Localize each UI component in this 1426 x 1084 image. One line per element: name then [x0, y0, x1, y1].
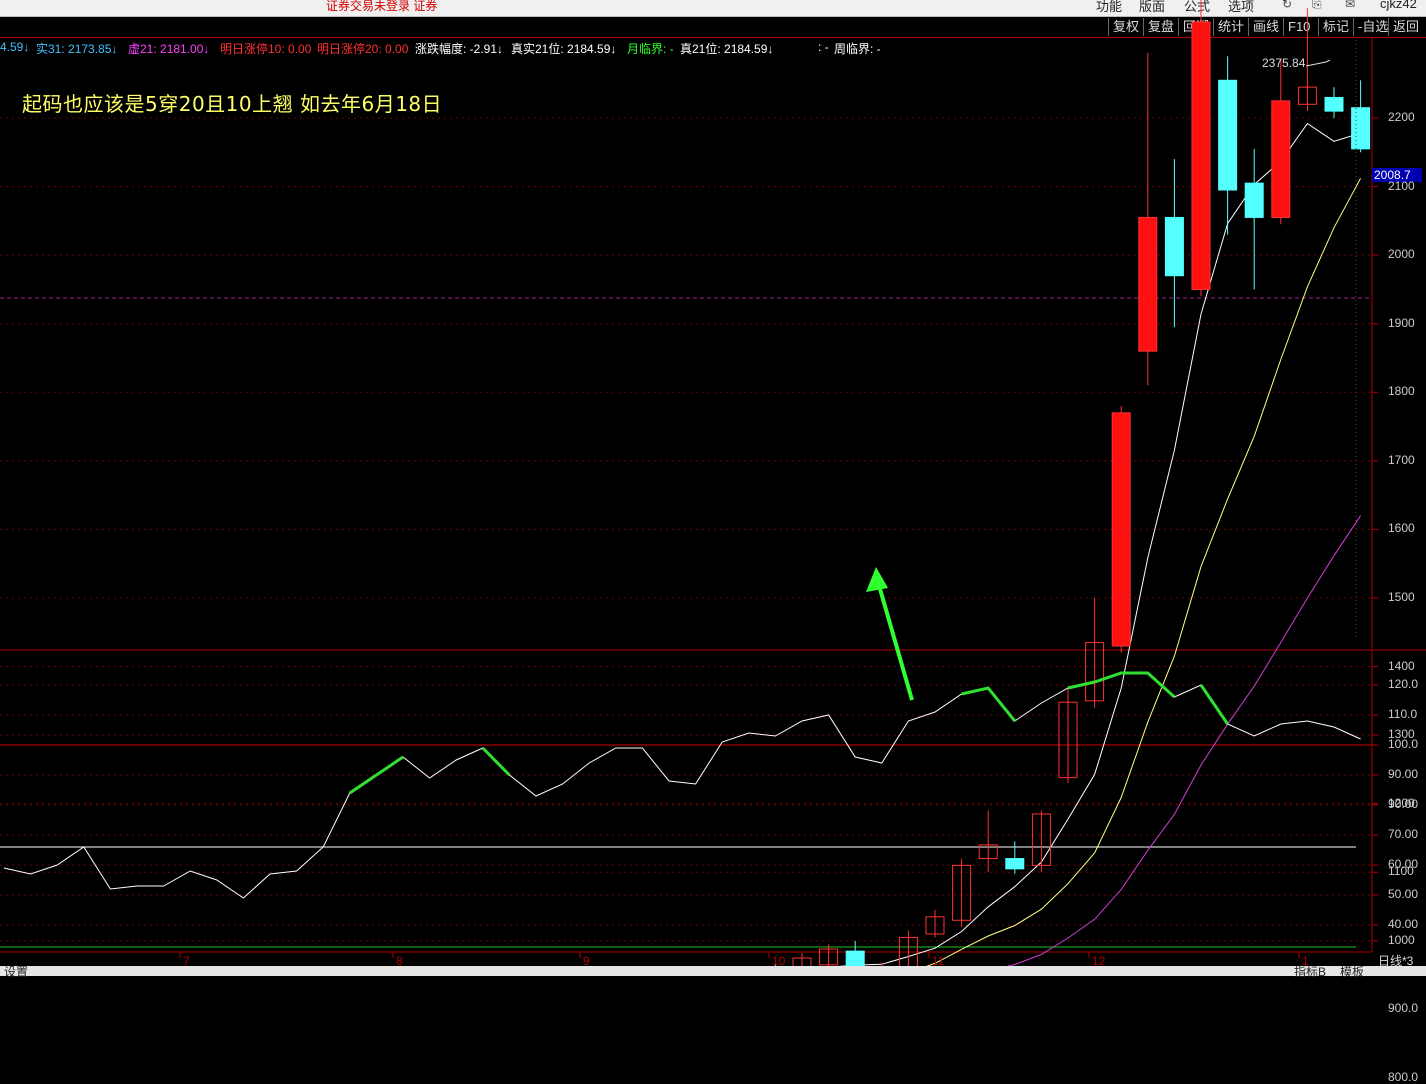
ma20-line: [971, 515, 1362, 976]
indicator-axis-label: 90.00: [1388, 797, 1419, 811]
price-axis-label: 1900: [1388, 315, 1415, 330]
candle-body: [1351, 107, 1371, 150]
indicator-axis-label: 120.0: [1388, 677, 1419, 691]
candle-body: [1005, 858, 1025, 870]
template-tab[interactable]: 模板: [1340, 963, 1364, 980]
candle-body: [1138, 216, 1158, 352]
candle-body: [1111, 412, 1131, 647]
candle-body: [1271, 100, 1291, 218]
price-axis-label: 1400: [1388, 658, 1415, 673]
price-axis-label: 900.0: [1388, 1001, 1419, 1016]
indicator-axis-label: 70.00: [1388, 827, 1419, 841]
price-axis-label: 1700: [1388, 452, 1415, 467]
settings-tab[interactable]: 设置: [4, 963, 28, 980]
high-price-label: 2375.84: [1262, 56, 1306, 70]
price-axis-label: 2100: [1388, 178, 1415, 193]
indicator-tab[interactable]: 指标B: [1294, 963, 1326, 980]
annotation-text: 起码也应该是5穿20且10上翘 如去年6月18日: [22, 92, 443, 116]
indicator-signal-segment: [1199, 684, 1229, 725]
high-price-pointer: [1305, 59, 1331, 67]
indicator-axis-label: 50.00: [1388, 887, 1419, 901]
kline-chart[interactable]: [0, 0, 1426, 976]
indicator-axis-label: 110.0: [1388, 707, 1418, 721]
indicator-axis-label: 100.0: [1388, 737, 1419, 751]
signal-arrow-shaft: [874, 574, 914, 701]
price-axis-label: 1000: [1388, 932, 1415, 947]
price-axis-label: 2200: [1388, 110, 1415, 124]
indicator-signal-segment: [961, 686, 1016, 722]
signal-arrow-head: [866, 567, 888, 592]
price-axis-label: 1800: [1388, 384, 1415, 399]
candle-body: [1164, 216, 1184, 277]
price-axis-label: 1500: [1388, 589, 1415, 604]
candlestick-series: [721, 0, 1371, 976]
price-axis-label: 2000: [1388, 247, 1415, 262]
price-axis-label: 800.0: [1388, 1069, 1419, 1084]
bottom-bar: 设置 指标B 模板: [0, 965, 1426, 979]
chart-grid: [0, 38, 1426, 958]
indicator-signal-segment: [348, 755, 404, 795]
indicator-axis-label: 40.00: [1388, 917, 1419, 931]
indicator-panel: [3, 671, 1361, 899]
price-axis-label: 1600: [1388, 521, 1415, 536]
indicator-signal-segment: [481, 746, 511, 777]
candle-body: [1324, 96, 1344, 112]
candle-body: [1191, 21, 1211, 290]
candle-body: [1218, 79, 1238, 191]
indicator-axis-label: 90.00: [1388, 767, 1419, 781]
indicator-line: [3, 672, 1361, 899]
indicator-axis-label: 60.00: [1388, 857, 1419, 871]
candle-body: [1244, 182, 1264, 218]
